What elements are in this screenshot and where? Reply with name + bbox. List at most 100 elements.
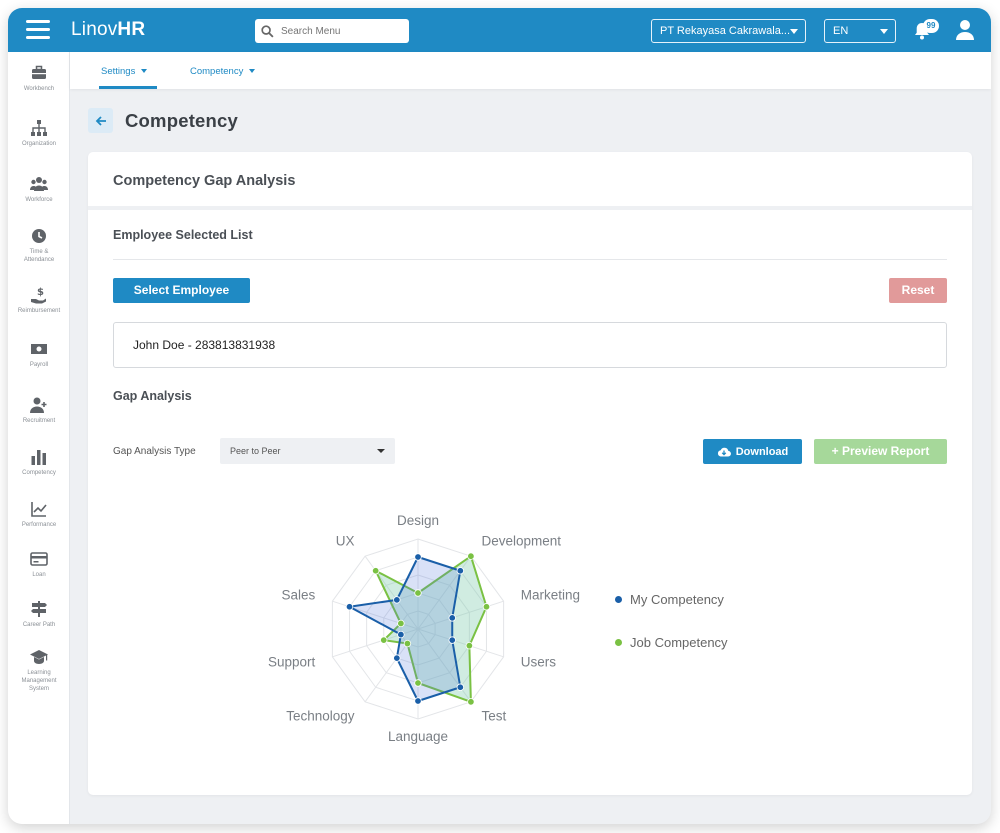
user-icon[interactable] bbox=[955, 19, 975, 41]
sidebar-item-loan[interactable]: Loan bbox=[8, 550, 70, 579]
chevron-down-icon bbox=[880, 29, 888, 34]
data-point bbox=[414, 589, 422, 597]
sidebar-item-lms[interactable]: Learning Management System bbox=[8, 648, 70, 693]
sidebar-item-label: Workbench bbox=[23, 86, 55, 92]
banknote-icon bbox=[31, 344, 47, 354]
data-point bbox=[397, 630, 405, 639]
legend-label: My Competency bbox=[630, 592, 724, 607]
tab-label: Settings bbox=[101, 66, 136, 77]
data-point bbox=[448, 614, 456, 622]
sidebar-item-label: Time & Attendance bbox=[23, 249, 55, 263]
sidebar-item-performance[interactable]: Performance bbox=[8, 500, 70, 529]
gap-analysis-title: Gap Analysis bbox=[113, 389, 192, 403]
cloud-download-icon bbox=[717, 447, 731, 457]
data-point bbox=[448, 636, 456, 644]
reset-button[interactable]: Reset bbox=[889, 278, 947, 303]
company-select[interactable]: PT Rekayasa Cakrawala... bbox=[651, 19, 806, 43]
download-button[interactable]: Download bbox=[703, 439, 802, 464]
gap-analysis-type-value: Peer to Peer bbox=[230, 446, 281, 456]
tab-settings[interactable]: Settings bbox=[101, 66, 148, 77]
legend-item-my-competency[interactable]: My Competency bbox=[615, 592, 728, 607]
sidebar-item-payroll[interactable]: Payroll bbox=[8, 340, 70, 369]
axis-label: Development bbox=[481, 534, 561, 549]
data-point bbox=[414, 553, 422, 561]
tab-competency[interactable]: Competency bbox=[190, 66, 256, 77]
sidebar-item-label: Workforce bbox=[25, 197, 53, 203]
top-bar: LinovHR PT Rekayasa Cakrawala... EN 99 bbox=[8, 8, 991, 52]
radar-chart: Design Development Marketing Users Test Langu… bbox=[268, 513, 580, 744]
data-point bbox=[414, 697, 422, 705]
axis-label: Sales bbox=[282, 588, 316, 603]
axis-label: Technology bbox=[286, 708, 355, 723]
data-point bbox=[467, 552, 475, 560]
back-button[interactable] bbox=[88, 108, 113, 133]
select-employee-button[interactable]: Select Employee bbox=[113, 278, 250, 303]
sidebar-item-label: Recruitment bbox=[22, 418, 56, 424]
language-select-value: EN bbox=[833, 25, 849, 37]
arrow-left-icon bbox=[95, 115, 106, 126]
chevron-down-icon bbox=[141, 69, 148, 74]
search-input[interactable] bbox=[281, 25, 401, 37]
chart-legend: My Competency Job Competency bbox=[615, 592, 728, 678]
divider bbox=[113, 259, 947, 260]
chevron-down-icon bbox=[377, 449, 385, 453]
company-select-value: PT Rekayasa Cakrawala... bbox=[660, 25, 791, 37]
gap-analysis-card: Competency Gap Analysis Employee Selecte… bbox=[88, 152, 972, 795]
preview-report-button[interactable]: + Preview Report bbox=[814, 439, 947, 464]
active-tab-indicator bbox=[99, 86, 157, 89]
axis-label: Design bbox=[397, 513, 439, 528]
sidebar-item-label: Reimbursement bbox=[17, 308, 61, 314]
line-chart-icon bbox=[31, 502, 47, 517]
data-point bbox=[393, 596, 401, 604]
sidebar-item-organization[interactable]: Organization bbox=[8, 119, 70, 148]
svg-text:$: $ bbox=[37, 287, 44, 298]
data-point bbox=[456, 683, 465, 691]
chevron-down-icon bbox=[790, 29, 798, 34]
sidebar-item-recruitment[interactable]: Recruitment bbox=[8, 396, 70, 425]
legend-dot bbox=[615, 596, 622, 603]
data-point bbox=[456, 567, 465, 575]
data-point bbox=[403, 639, 412, 648]
menu-icon[interactable] bbox=[26, 20, 50, 40]
legend-item-job-competency[interactable]: Job Competency bbox=[615, 635, 728, 650]
download-label: Download bbox=[735, 445, 789, 458]
notification-badge: 99 bbox=[923, 19, 939, 33]
logo-text-bold: HR bbox=[117, 19, 146, 40]
data-point bbox=[393, 654, 401, 662]
sidebar-item-time-attendance[interactable]: Time & Attendance bbox=[8, 227, 70, 264]
app-logo[interactable]: LinovHR bbox=[71, 19, 145, 41]
sidebar-item-career-path[interactable]: Career Path bbox=[8, 600, 70, 629]
sidebar-item-competency[interactable]: Competency bbox=[8, 448, 70, 477]
chevron-down-icon bbox=[249, 69, 256, 74]
briefcase-icon bbox=[32, 65, 46, 79]
axis-label: Test bbox=[481, 708, 506, 723]
org-chart-icon bbox=[31, 120, 47, 136]
gap-analysis-type-select[interactable]: Peer to Peer bbox=[220, 438, 395, 464]
data-point bbox=[414, 679, 422, 687]
people-icon bbox=[30, 177, 48, 191]
sidebar-item-label: Loan bbox=[32, 572, 46, 578]
sidebar-item-label: Performance bbox=[21, 522, 57, 528]
list-item[interactable]: John Doe - 283813831938 bbox=[133, 338, 275, 352]
employee-list: John Doe - 283813831938 bbox=[113, 322, 947, 368]
search-icon bbox=[261, 24, 274, 38]
sidebar-item-reimbursement[interactable]: $ Reimbursement bbox=[8, 286, 70, 315]
data-point bbox=[380, 636, 388, 644]
sidebar-item-workforce[interactable]: Workforce bbox=[8, 175, 70, 204]
axis-label: Support bbox=[268, 654, 316, 669]
data-point bbox=[397, 619, 405, 628]
language-select[interactable]: EN bbox=[824, 19, 896, 43]
legend-dot bbox=[615, 639, 622, 646]
axis-label: Marketing bbox=[521, 588, 580, 603]
search-box[interactable] bbox=[255, 19, 409, 43]
sidebar-item-workbench[interactable]: Workbench bbox=[8, 64, 70, 93]
sub-navigation: Settings Competency bbox=[70, 52, 991, 89]
app-window: LinovHR PT Rekayasa Cakrawala... EN 99 W… bbox=[8, 8, 991, 824]
employee-section-title: Employee Selected List bbox=[113, 228, 253, 242]
data-point bbox=[482, 603, 491, 611]
data-point bbox=[371, 567, 380, 575]
sidebar-item-label: Career Path bbox=[22, 622, 56, 628]
sidebar-item-label: Organization bbox=[21, 141, 57, 147]
add-user-icon bbox=[30, 397, 47, 413]
sidebar: Workbench Organization Workforce Time & … bbox=[8, 52, 70, 824]
